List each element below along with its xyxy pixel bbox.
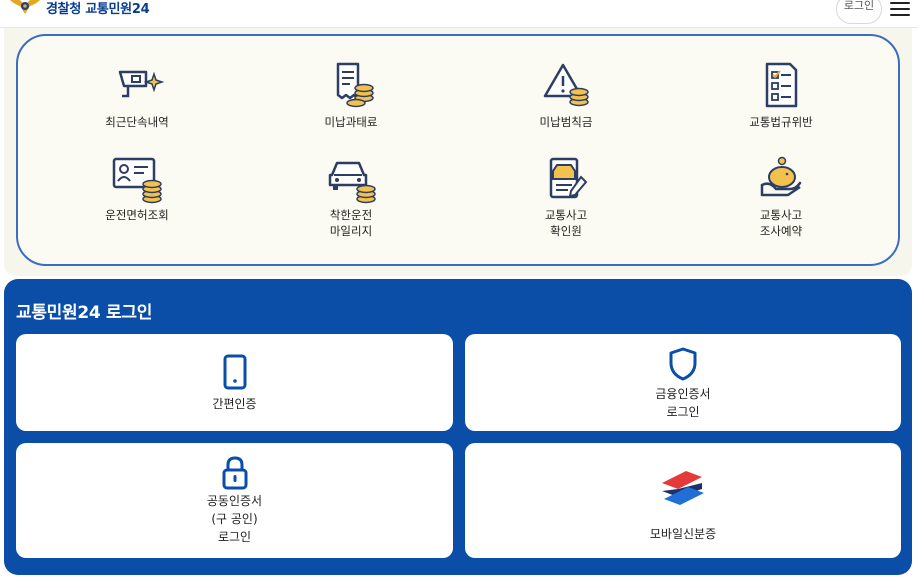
mobile-id-button[interactable]: 모바일신분증 <box>465 443 901 558</box>
login-option-label: 금융인증서 로그인 <box>465 385 901 421</box>
menu-line <box>890 2 910 4</box>
cctv-camera-icon <box>118 70 164 98</box>
service-unpaid-fine[interactable]: 미납과태료 <box>271 62 431 130</box>
joint-cert-button[interactable]: 공동인증서 (구 공인) 로그인 <box>16 443 453 558</box>
service-accident-investigation-booking[interactable]: 교통사고 조사예약 <box>701 155 861 239</box>
menu-line <box>890 14 910 16</box>
warning-coins-icon <box>543 63 589 107</box>
mobile-id-logo-icon <box>662 471 704 505</box>
simple-auth-button[interactable]: 간편인증 <box>16 334 453 431</box>
top-bar: 경찰청 교통민원24 로그인 <box>0 0 918 28</box>
service-accident-certificate[interactable]: 교통사고 확인원 <box>486 155 646 239</box>
menu-line <box>890 8 910 10</box>
service-label: 착한운전 마일리지 <box>271 207 431 239</box>
receipt-coins-icon <box>336 62 374 108</box>
login-option-label: 간편인증 <box>212 397 257 411</box>
piggy-bank-hand-icon <box>760 156 802 197</box>
car-coins-icon <box>328 161 376 204</box>
service-label: 교통법규위반 <box>749 115 813 129</box>
site-title: 경찰청 교통민원24 <box>46 1 150 17</box>
service-recent-enforcement[interactable]: 최근단속내역 <box>57 62 217 130</box>
login-option-line: 금융인증서 <box>655 387 711 401</box>
shield-icon <box>669 347 697 381</box>
login-option-label: 공동인증서 (구 공인) 로그인 <box>16 492 453 546</box>
financial-cert-button[interactable]: 금융인증서 로그인 <box>465 334 901 431</box>
service-good-driver-mileage[interactable]: 착한운전 마일리지 <box>271 155 431 239</box>
hamburger-menu-icon[interactable] <box>890 2 910 20</box>
service-label-line: 조사예약 <box>759 224 803 238</box>
license-coins-icon <box>112 157 162 204</box>
login-option-line: 로그인 <box>666 405 700 419</box>
service-label: 교통사고 조사예약 <box>701 207 861 239</box>
service-label-line: 확인원 <box>550 224 582 238</box>
service-label: 최근단속내역 <box>105 115 169 129</box>
service-label: 미납과태료 <box>324 115 378 129</box>
service-label-line: 교통사고 <box>544 208 588 222</box>
header-login-button[interactable]: 로그인 <box>836 0 882 24</box>
service-traffic-violation[interactable]: 교통법규위반 <box>701 62 861 130</box>
service-license-inquiry[interactable]: 운전면허조회 <box>57 155 217 223</box>
site-logo[interactable]: 경찰청 교통민원24 <box>8 0 150 20</box>
padlock-icon <box>222 456 248 490</box>
police-emblem-icon <box>10 0 40 14</box>
service-unpaid-penalty[interactable]: 미납범칙금 <box>486 62 646 130</box>
checklist-icon <box>765 62 798 108</box>
login-option-line: 로그인 <box>217 530 252 544</box>
smartphone-icon <box>223 354 247 390</box>
login-title: 교통민원24 로그인 <box>16 303 153 323</box>
service-label: 운전면허조회 <box>105 208 169 222</box>
login-option-label: 모바일신분증 <box>649 527 717 541</box>
service-label-line: 착한운전 <box>329 208 373 222</box>
service-label-line: 마일리지 <box>329 224 373 238</box>
service-label: 교통사고 확인원 <box>486 207 646 239</box>
login-option-line: 공동인증서 <box>206 494 263 508</box>
login-option-line: (구 공인) <box>211 512 258 526</box>
service-label-line: 교통사고 <box>759 208 803 222</box>
service-label: 미납범칙금 <box>539 115 593 129</box>
accident-document-icon <box>549 157 588 199</box>
